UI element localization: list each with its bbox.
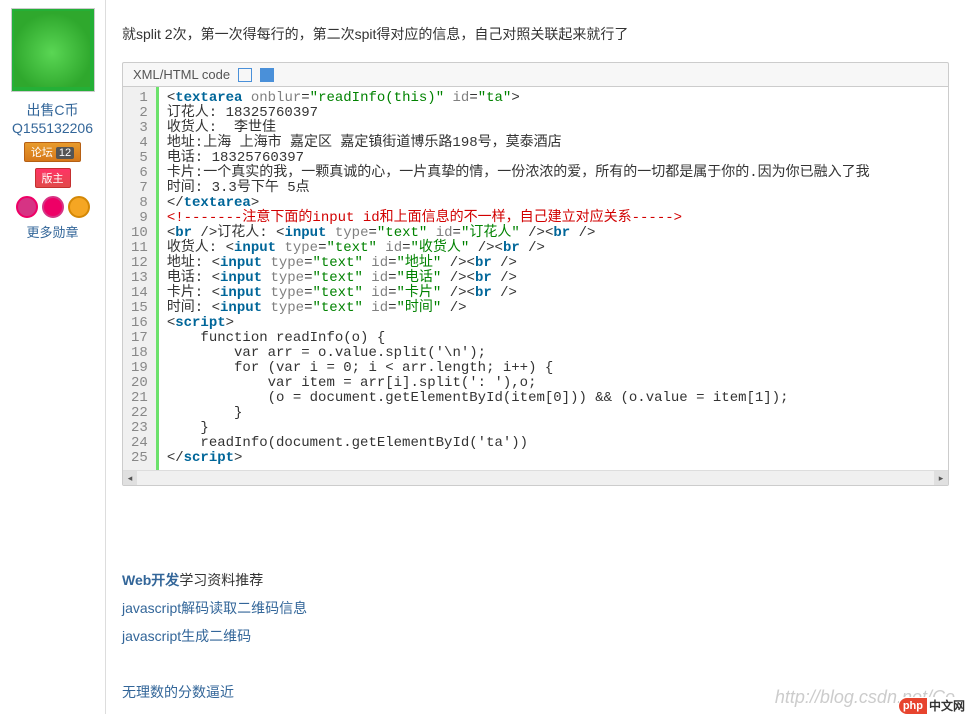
code-line: 时间: 3.3号下午 5点 (167, 181, 940, 196)
help-icon[interactable] (260, 68, 274, 82)
code-line: var arr = o.value.split('\n'); (167, 346, 940, 361)
horizontal-scrollbar[interactable]: ◂ ▸ (123, 470, 948, 485)
scroll-right-arrow[interactable]: ▸ (934, 471, 948, 485)
user-sidebar: 出售C币Q155132206 论坛 12 版主 更多勋章 (0, 0, 106, 714)
site-logo[interactable]: php中文网 (899, 697, 965, 714)
medal-row (0, 196, 105, 218)
code-line: 收货人: 李世佳 (167, 121, 940, 136)
code-line: 时间: <input type="text" id="时间" /> (167, 301, 940, 316)
code-lines[interactable]: <textarea onblur="readInfo(this)" id="ta… (159, 87, 948, 470)
owner-badge[interactable]: 版主 (35, 168, 71, 188)
code-line: <script> (167, 316, 940, 331)
scroll-left-arrow[interactable]: ◂ (123, 471, 137, 485)
code-line: 订花人: 18325760397 (167, 106, 940, 121)
code-line: 电话: 18325760397 (167, 151, 940, 166)
code-line: <br />订花人: <input type="text" id="订花人" /… (167, 226, 940, 241)
medal-icon[interactable] (16, 196, 38, 218)
post-description: 就split 2次，第一次得每行的，第二次spit得对应的信息，自己对照关联起来… (122, 24, 949, 44)
related-links: Web开发学习资料推荐 javascript解码读取二维码信息 javascri… (122, 566, 949, 706)
page: 出售C币Q155132206 论坛 12 版主 更多勋章 就split 2次，第… (0, 0, 965, 714)
code-line: for (var i = 0; i < arr.length; i++) { (167, 361, 940, 376)
medal-icon[interactable] (68, 196, 90, 218)
code-line: 电话: <input type="text" id="电话" /><br /> (167, 271, 940, 286)
code-line: function readInfo(o) { (167, 331, 940, 346)
code-line: (o = document.getElementById(item[0])) &… (167, 391, 940, 406)
code-line: } (167, 406, 940, 421)
code-line: var item = arr[i].split(': '),o; (167, 376, 940, 391)
related-link[interactable]: javascript解码读取二维码信息 (122, 594, 949, 622)
code-line: 卡片: <input type="text" id="卡片" /><br /> (167, 286, 940, 301)
code-body: 1234567891011121314151617181920212223242… (123, 87, 948, 470)
code-line: 收货人: <input type="text" id="收货人" /><br /… (167, 241, 940, 256)
code-language-label: XML/HTML code (133, 67, 230, 82)
post-content: 就split 2次，第一次得每行的，第二次spit得对应的信息，自己对照关联起来… (106, 0, 965, 714)
code-block: XML/HTML code 12345678910111213141516171… (122, 62, 949, 486)
code-line: </script> (167, 451, 940, 466)
code-line: 地址:上海 上海市 嘉定区 嘉定镇街道博乐路198号，莫泰酒店 (167, 136, 940, 151)
code-line: } (167, 421, 940, 436)
links-heading: Web开发学习资料推荐 (122, 566, 949, 594)
medal-icon[interactable] (42, 196, 64, 218)
avatar[interactable] (11, 8, 95, 92)
code-line: <!-------注意下面的input id和上面信息的不一样，自己建立对应关系… (167, 211, 940, 226)
avatar-image (14, 11, 90, 87)
code-header: XML/HTML code (123, 63, 948, 87)
code-line: </textarea> (167, 196, 940, 211)
code-line: 地址: <input type="text" id="地址" /><br /> (167, 256, 940, 271)
copy-icon[interactable] (238, 68, 252, 82)
code-line: 卡片:一个真实的我，一颗真诚的心，一片真挚的情，一份浓浓的爱，所有的一切都是属于… (167, 166, 940, 181)
related-link[interactable]: javascript生成二维码 (122, 622, 949, 650)
code-line: <textarea onblur="readInfo(this)" id="ta… (167, 91, 940, 106)
code-line: readInfo(document.getElementById('ta')) (167, 436, 940, 451)
more-medals-link[interactable]: 更多勋章 (26, 225, 78, 240)
line-number-gutter: 1234567891011121314151617181920212223242… (123, 87, 159, 470)
forum-badge[interactable]: 论坛 12 (24, 142, 81, 162)
username-link[interactable]: 出售C币Q155132206 (0, 100, 105, 136)
